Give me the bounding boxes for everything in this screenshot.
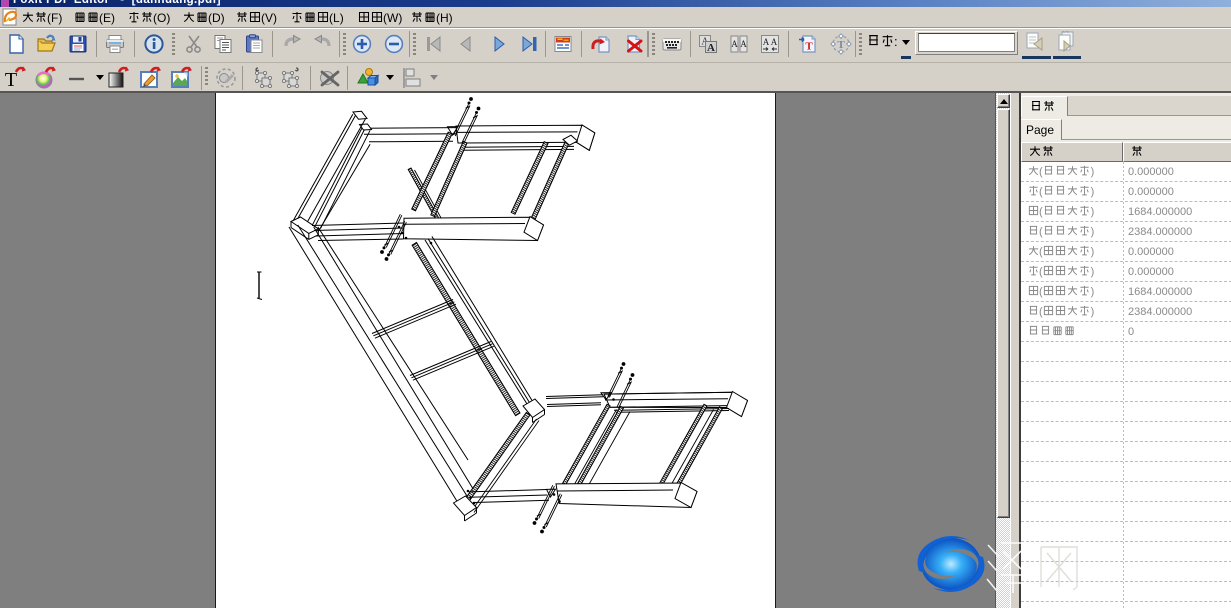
svg-text:A: A [740, 39, 747, 49]
svg-text:T: T [837, 39, 845, 51]
svg-text:T: T [5, 69, 17, 91]
svg-text:A: A [771, 37, 778, 47]
svg-text:A: A [763, 37, 770, 47]
svg-text:A: A [707, 42, 715, 54]
svg-text:T: T [805, 41, 813, 53]
svg-text:A: A [731, 39, 738, 49]
